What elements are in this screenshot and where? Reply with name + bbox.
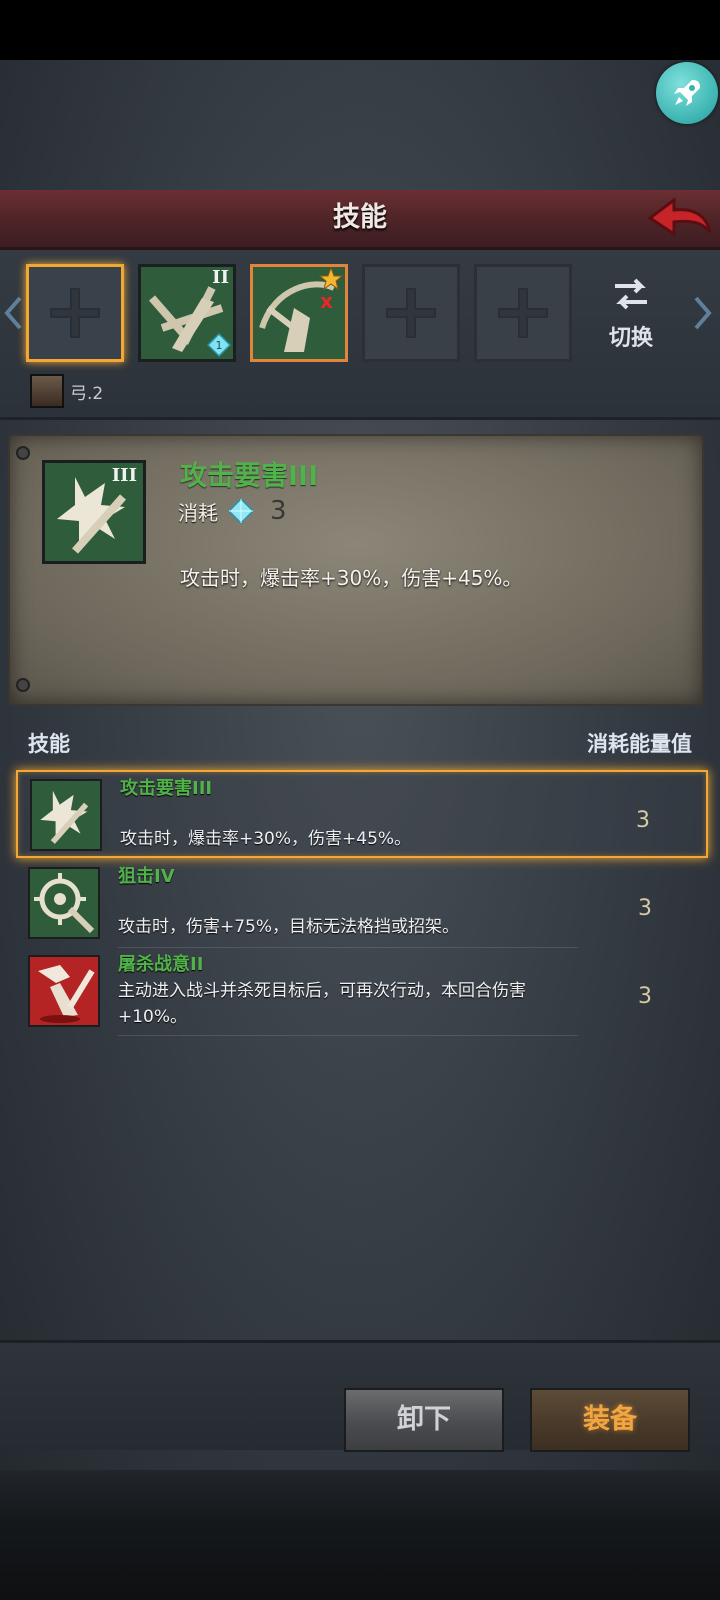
detail-skill-icon: III: [42, 460, 146, 564]
skill-row-1[interactable]: 攻击要害III 攻击时，爆击率+30%，伤害+45%。 3: [16, 770, 708, 858]
skill-slot-2[interactable]: II 1: [138, 264, 236, 362]
cross-placeholder-icon: [498, 288, 548, 338]
page-title: 技能: [333, 202, 387, 233]
skill-name: 攻击要害III: [120, 778, 213, 799]
svg-text:1: 1: [216, 339, 223, 352]
character-label: 弓.2: [70, 383, 104, 404]
skill-slot-3[interactable]: x: [250, 264, 348, 362]
gem-badge-icon: 1: [207, 333, 231, 357]
nail-icon: [16, 446, 30, 460]
rocket-icon: [674, 80, 700, 106]
status-bar-area: [0, 0, 720, 60]
skill-list-header: 技能 消耗能量值: [0, 720, 720, 762]
snipe-icon: [28, 867, 100, 939]
skill-name: 屠杀战意II: [118, 954, 204, 975]
skill-slot-5-empty[interactable]: [474, 264, 572, 362]
skill-row-3[interactable]: 屠杀战意II 主动进入战斗并杀死目标后，可再次行动，本回合伤害+10%。 3: [16, 948, 708, 1036]
x-mark-icon: x: [320, 289, 333, 313]
cost-label: 消耗: [178, 500, 218, 525]
swap-arrows-icon: [615, 278, 647, 310]
detail-rank: III: [111, 465, 137, 486]
star-badge-icon: [319, 267, 343, 291]
vital-strike-icon: [30, 779, 102, 851]
avatar: [30, 374, 64, 408]
skill-cost: 3: [638, 984, 652, 1009]
back-button[interactable]: [646, 196, 714, 242]
detail-cost-row: 消耗 3: [178, 496, 287, 526]
character-indicator: 弓.2: [30, 374, 103, 408]
cross-placeholder-icon: [50, 288, 100, 338]
arrow-right-icon[interactable]: [694, 296, 712, 330]
equip-button[interactable]: 装备: [530, 1388, 690, 1452]
detail-skill-name: 攻击要害III: [180, 461, 319, 492]
skill-cost: 3: [636, 808, 650, 833]
bottom-area: [0, 1470, 720, 1600]
detail-description: 攻击时，爆击率+30%，伤害+45%。: [180, 566, 523, 590]
skill-description: 主动进入战斗并杀死目标后，可再次行动，本回合伤害+10%。: [118, 981, 526, 1027]
column-skill: 技能: [28, 732, 70, 756]
skill-description: 攻击时，爆击率+30%，伤害+45%。: [120, 829, 412, 849]
skill-slot-1-empty[interactable]: [26, 264, 124, 362]
unequip-button[interactable]: 卸下: [344, 1388, 504, 1452]
skill-cost: 3: [638, 896, 652, 921]
energy-gem-icon: [228, 498, 254, 524]
column-energy-cost: 消耗能量值: [587, 732, 692, 756]
arrow-left-icon[interactable]: [4, 296, 22, 330]
skill-rank: II: [212, 267, 229, 288]
rocket-button[interactable]: [656, 62, 718, 124]
slaughter-icon: [28, 955, 100, 1027]
header-bar: 技能: [0, 190, 720, 250]
cross-placeholder-icon: [386, 288, 436, 338]
skill-description: 攻击时，伤害+75%，目标无法格挡或招架。: [118, 917, 460, 937]
skill-row-2[interactable]: 狙击IV 攻击时，伤害+75%，目标无法格挡或招架。 3: [16, 860, 708, 948]
switch-button[interactable]: 切换: [596, 276, 666, 352]
back-arrow-icon: [647, 197, 712, 237]
nail-icon: [16, 678, 30, 692]
skill-slot-4-empty[interactable]: [362, 264, 460, 362]
switch-label: 切换: [608, 326, 653, 351]
skill-name: 狙击IV: [118, 866, 175, 887]
cost-value: 3: [270, 496, 287, 526]
row-divider: [118, 1035, 578, 1036]
